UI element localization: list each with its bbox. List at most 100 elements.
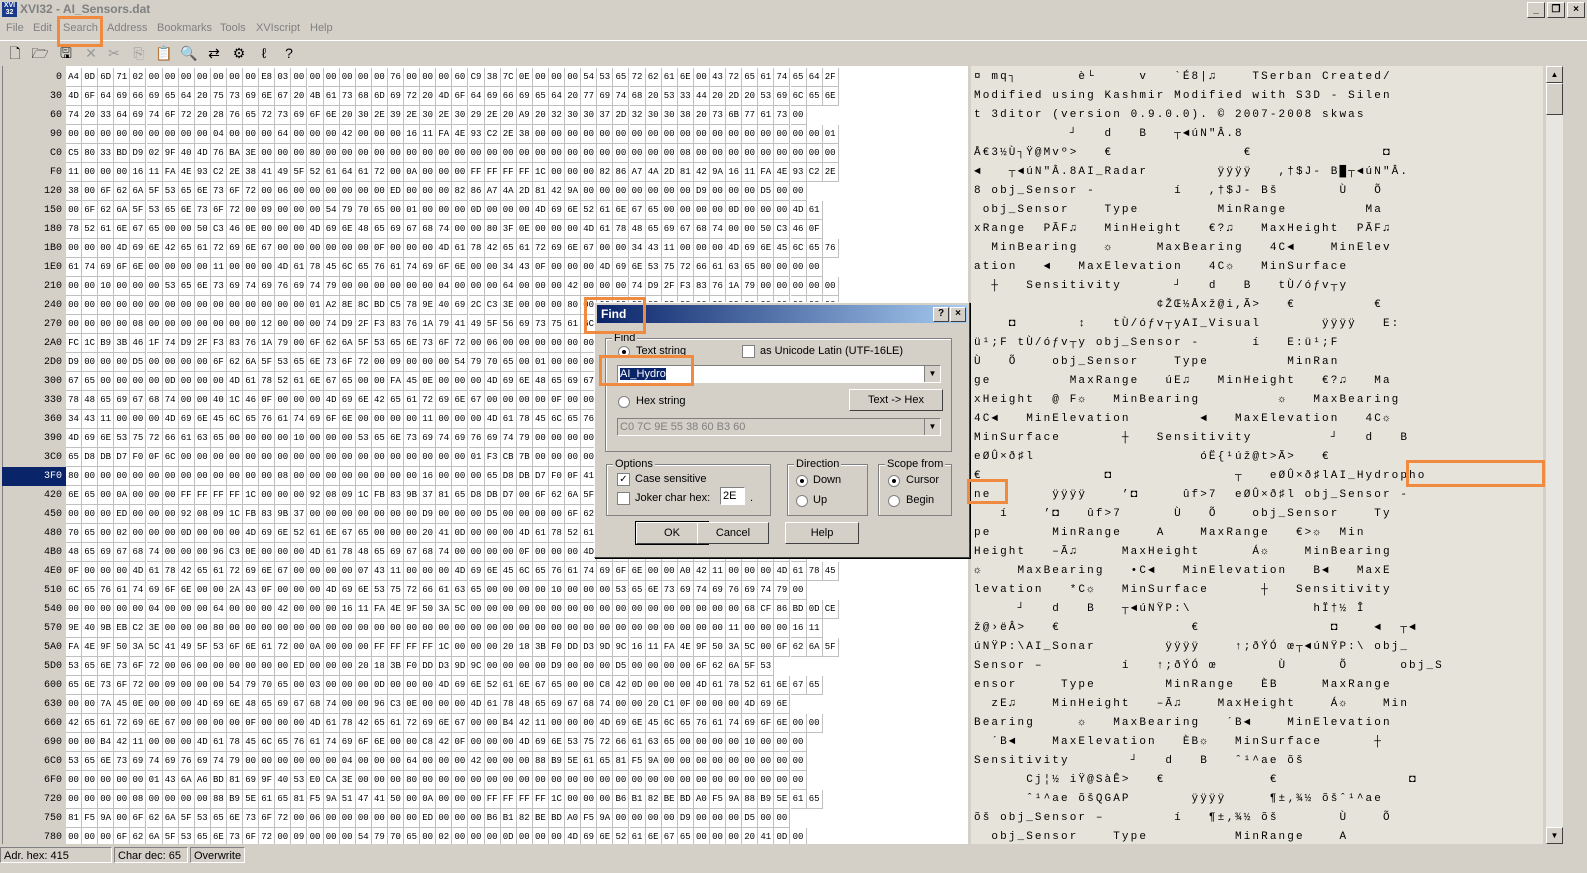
hex-byte-cell[interactable]: 00	[243, 752, 260, 771]
hex-byte-cell[interactable]: 00	[468, 277, 485, 296]
hex-byte-cell[interactable]: 00	[130, 771, 147, 790]
text-string-radio[interactable]	[618, 346, 630, 358]
hex-byte-cell[interactable]: 00	[162, 68, 179, 87]
hex-byte-cell[interactable]: 00	[227, 296, 243, 315]
joker-hex-input[interactable]: 2E	[720, 487, 745, 505]
hex-byte-cell[interactable]: 00	[114, 771, 131, 790]
hex-byte-cell[interactable]: 72	[210, 239, 227, 258]
hex-byte-cell[interactable]: F3	[484, 448, 501, 467]
hex-byte-cell[interactable]: 4D	[581, 220, 598, 239]
hex-byte-cell[interactable]: 00	[565, 657, 582, 676]
hex-byte-cell[interactable]: 46	[130, 334, 147, 353]
hex-byte-cell[interactable]: 20	[291, 87, 308, 106]
text-row[interactable]: eØÛ×ð♯l óË{¹úž@t>Ã> €	[974, 448, 1542, 467]
hex-byte-cell[interactable]: 81	[613, 752, 630, 771]
hex-byte-cell[interactable]: 73	[227, 87, 243, 106]
hex-byte-cell[interactable]: 88	[532, 752, 549, 771]
hex-byte-cell[interactable]: 00	[597, 581, 614, 600]
hex-byte-cell[interactable]: BD	[371, 296, 388, 315]
hex-byte-cell[interactable]: 65	[549, 372, 565, 391]
hex-byte-cell[interactable]: 0F	[677, 695, 694, 714]
hex-byte-cell[interactable]: 00	[613, 182, 630, 201]
hex-byte-cell[interactable]: 00	[162, 505, 179, 524]
hex-byte-cell[interactable]: 00	[291, 144, 308, 163]
hex-byte-cell[interactable]: 54	[323, 201, 340, 220]
hex-byte-cell[interactable]: 00	[114, 277, 131, 296]
text-row[interactable]: ation ◄ MaxElevation 4C☼ MinSurface	[974, 258, 1542, 277]
hex-byte-cell[interactable]: 0F	[146, 448, 163, 467]
properties-icon[interactable]: ⚙	[230, 44, 248, 62]
hex-byte-cell[interactable]: 00	[146, 676, 163, 695]
hex-byte-cell[interactable]: 20	[693, 106, 710, 125]
hex-byte-cell[interactable]: C5	[66, 144, 82, 163]
hex-byte-cell[interactable]: 53	[114, 429, 131, 448]
hex-byte-cell[interactable]: 00	[468, 733, 485, 752]
hex-byte-cell[interactable]: 11	[355, 600, 372, 619]
hex-byte-cell[interactable]: 4D	[275, 258, 292, 277]
hex-byte-cell[interactable]: 00	[532, 448, 549, 467]
hex-byte-cell[interactable]: 66	[420, 581, 437, 600]
hex-byte-cell[interactable]: 00	[500, 581, 517, 600]
hex-byte-cell[interactable]: 00	[710, 828, 726, 844]
hex-byte-cell[interactable]: 00	[259, 429, 276, 448]
hex-byte-cell[interactable]: FB	[243, 505, 260, 524]
hex-byte-cell[interactable]: 00	[339, 676, 356, 695]
hex-byte-cell[interactable]: 0E	[243, 220, 260, 239]
hex-byte-cell[interactable]: 00	[710, 201, 726, 220]
hex-byte-cell[interactable]: 00	[178, 315, 195, 334]
hex-byte-cell[interactable]: 6E	[194, 277, 211, 296]
hex-byte-cell[interactable]: 00	[726, 182, 743, 201]
hex-byte-cell[interactable]: 69	[758, 695, 775, 714]
hex-byte-cell[interactable]: 61	[307, 733, 324, 752]
hex-byte-cell[interactable]: 00	[532, 600, 549, 619]
hex-byte-cell[interactable]: 00	[661, 125, 678, 144]
hex-byte-cell[interactable]: 07	[355, 562, 372, 581]
hex-byte-cell[interactable]: 67	[114, 543, 131, 562]
hex-byte-cell[interactable]: 00	[388, 239, 404, 258]
hex-byte-cell[interactable]: 00	[388, 505, 404, 524]
hex-byte-cell[interactable]: C2	[210, 163, 227, 182]
hex-byte-cell[interactable]: 0D	[162, 372, 179, 391]
hex-byte-cell[interactable]: 00	[452, 448, 469, 467]
hex-byte-cell[interactable]: FF	[404, 638, 421, 657]
hex-byte-cell[interactable]: 00	[82, 315, 99, 334]
hex-byte-cell[interactable]: 00	[355, 239, 372, 258]
hex-byte-cell[interactable]: 50	[758, 220, 775, 239]
hex-byte-cell[interactable]: FF	[484, 163, 501, 182]
hex-byte-cell[interactable]: 20	[500, 106, 517, 125]
hex-byte-cell[interactable]: 00	[774, 125, 791, 144]
hex-byte-cell[interactable]: 76	[291, 733, 308, 752]
hex-byte-cell[interactable]: 72	[404, 714, 421, 733]
hex-byte-cell[interactable]: 00	[806, 277, 823, 296]
hex-byte-cell[interactable]: 00	[532, 144, 549, 163]
hex-byte-cell[interactable]: 4E	[178, 163, 195, 182]
hex-byte-cell[interactable]: 52	[613, 828, 630, 844]
hex-byte-cell[interactable]: 00	[243, 600, 260, 619]
scope-begin-radio[interactable]	[888, 495, 900, 507]
hex-byte-cell[interactable]: 76	[710, 277, 726, 296]
hex-byte-cell[interactable]: 00	[693, 809, 710, 828]
hex-byte-cell[interactable]: 45	[404, 372, 421, 391]
hex-byte-cell[interactable]: 00	[790, 752, 807, 771]
hex-byte-cell[interactable]: 2A	[227, 581, 243, 600]
hex-byte-cell[interactable]: 08	[275, 467, 292, 486]
hex-byte-cell[interactable]: 00	[355, 144, 372, 163]
hex-byte-cell[interactable]: FF	[210, 486, 227, 505]
hex-byte-cell[interactable]: 4D	[436, 87, 453, 106]
hex-byte-cell[interactable]: 70	[388, 828, 404, 844]
hex-byte-cell[interactable]: 6E	[355, 391, 372, 410]
hex-byte-cell[interactable]: 00	[581, 657, 598, 676]
hex-byte-cell[interactable]: 00	[243, 467, 260, 486]
hex-byte-cell[interactable]: 72	[404, 581, 421, 600]
hex-byte-cell[interactable]: 00	[114, 467, 131, 486]
hex-byte-cell[interactable]: 00	[500, 600, 517, 619]
hex-byte-cell[interactable]: 00	[98, 486, 115, 505]
hex-byte-cell[interactable]: 00	[774, 752, 791, 771]
hex-byte-cell[interactable]: C3	[484, 296, 501, 315]
hex-byte-cell[interactable]: 0E	[516, 68, 533, 87]
hex-byte-cell[interactable]: 00	[323, 657, 340, 676]
hex-byte-cell[interactable]: 00	[485, 828, 501, 844]
hex-byte-cell[interactable]: 53	[645, 258, 662, 277]
hex-byte-cell[interactable]: 00	[194, 657, 211, 676]
hex-byte-cell[interactable]: 41	[259, 163, 276, 182]
